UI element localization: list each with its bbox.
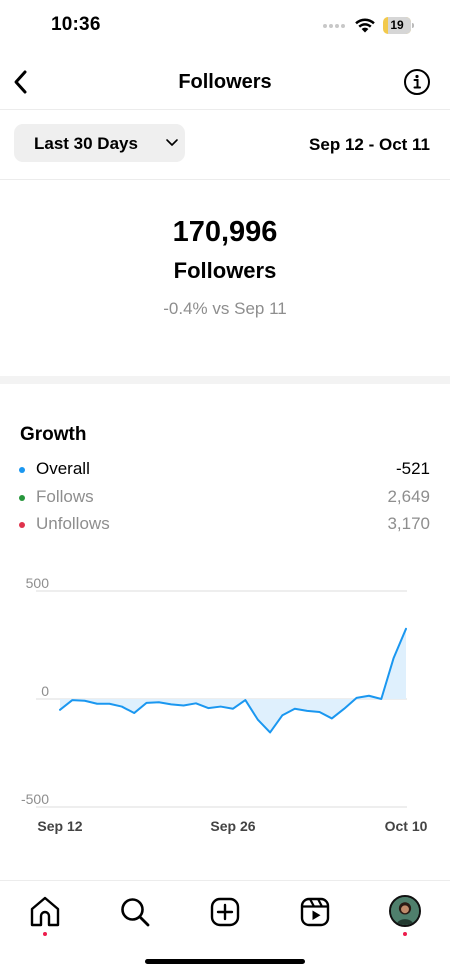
follower-label: Followers xyxy=(173,258,277,283)
nav-header: Followers xyxy=(0,52,450,110)
legend-label-overall: Overall xyxy=(36,459,90,478)
legend-follows: Follows 2,649 xyxy=(0,486,450,510)
filter-row: Last 30 Days Sep 12 - Oct 11 xyxy=(0,110,450,180)
date-range-dropdown-label: Last 30 Days xyxy=(34,134,138,153)
home-tab[interactable] xyxy=(27,894,63,930)
x-tick-label: Oct 10 xyxy=(385,818,428,834)
follower-count: 170,996 xyxy=(172,216,278,248)
home-icon xyxy=(30,896,60,927)
x-tick-label: Sep 26 xyxy=(210,818,255,834)
status-time: 10:36 xyxy=(51,14,101,35)
avatar-image xyxy=(391,897,419,925)
growth-chart: 500 0 -500 Sep 12 Sep 26 Oct 10 xyxy=(21,575,428,834)
section-divider xyxy=(0,376,450,384)
series-line-overall xyxy=(59,627,407,734)
x-tick-label: Sep 12 xyxy=(37,818,82,834)
reels-tab[interactable] xyxy=(297,894,333,930)
battery-icon: 19 xyxy=(383,17,414,34)
home-indicator xyxy=(145,959,305,964)
legend-dot-follows xyxy=(19,495,25,501)
wifi-icon xyxy=(355,18,375,33)
y-tick-label: 500 xyxy=(26,575,50,591)
legend-label-follows: Follows xyxy=(36,487,94,506)
legend-value-follows: 2,649 xyxy=(387,487,430,506)
profile-notification-dot xyxy=(403,932,407,936)
home-notification-dot xyxy=(43,932,47,936)
profile-avatar[interactable] xyxy=(389,895,421,927)
legend-dot-unfollows xyxy=(19,522,25,528)
followers-summary: 170,996 Followers -0.4% vs Sep 11 xyxy=(0,180,450,376)
info-button[interactable] xyxy=(403,68,431,96)
legend-dot-overall xyxy=(19,467,25,473)
search-tab[interactable] xyxy=(117,894,153,930)
create-tab[interactable] xyxy=(207,894,243,930)
battery-level: 19 xyxy=(390,18,404,32)
legend-value-unfollows: 3,170 xyxy=(387,514,430,533)
y-tick-label: -500 xyxy=(21,791,49,807)
legend-unfollows: Unfollows 3,170 xyxy=(0,513,450,537)
growth-title: Growth xyxy=(20,424,87,445)
status-bar: 10:36 19 xyxy=(0,0,450,52)
area-fill xyxy=(60,628,406,733)
legend-label-unfollows: Unfollows xyxy=(36,514,110,533)
cellular-signal-icon xyxy=(323,24,347,30)
page-title: Followers xyxy=(178,71,272,93)
date-range-text: Sep 12 - Oct 11 xyxy=(309,135,430,154)
follower-change: -0.4% vs Sep 11 xyxy=(163,299,287,318)
search-icon xyxy=(121,898,150,927)
reels-icon xyxy=(300,897,330,927)
date-range-dropdown[interactable]: Last 30 Days xyxy=(14,124,185,162)
chevron-down-icon xyxy=(166,139,178,146)
legend-overall: Overall -521 xyxy=(0,458,450,482)
legend-value-overall: -521 xyxy=(395,459,430,478)
create-icon xyxy=(210,897,240,927)
y-tick-label: 0 xyxy=(41,683,49,699)
